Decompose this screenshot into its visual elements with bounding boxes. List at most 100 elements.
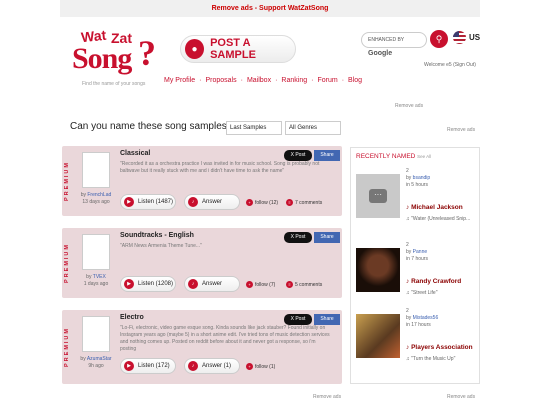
follow-icon: + <box>246 363 253 370</box>
tagline: Find the name of your songs <box>82 81 146 87</box>
namer-link[interactable]: Panne <box>413 249 427 255</box>
answer-icon: ♪ <box>188 361 198 371</box>
listen-button[interactable]: ▶ Listen (172) <box>120 358 176 374</box>
sample-card: PREMIUM by AzumaStar 9h ago Electro "Lo-F… <box>62 310 342 384</box>
page-question: Can you name these song samples? <box>70 121 233 132</box>
remove-ads-link[interactable]: Remove ads <box>447 394 475 400</box>
remove-ads-banner[interactable]: Remove ads - Support WatZatSong <box>60 0 480 17</box>
see-all-link[interactable]: See All <box>417 154 431 159</box>
genre-select[interactable]: All Genres <box>285 121 341 135</box>
sample-card: PREMIUM by FrenchLad 13 days ago Classica… <box>62 146 342 216</box>
named-info: 2 by Mistades56 in 17 hours <box>406 308 439 328</box>
nav-mailbox[interactable]: Mailbox <box>247 77 271 84</box>
play-icon: ▶ <box>124 361 134 371</box>
sample-author: by TVEX 1 days ago <box>83 274 109 287</box>
x-post-button[interactable]: X Post <box>284 314 312 325</box>
follow-link[interactable]: + follow (1) <box>246 363 275 370</box>
follow-icon: + <box>246 281 253 288</box>
post-sample-button[interactable]: ● POST A SAMPLE <box>180 35 296 63</box>
sample-description: "Lo-Fi, electronic, video game esque son… <box>120 325 330 352</box>
answer-icon: ♪ <box>188 279 198 289</box>
post-sample-label: POST A SAMPLE <box>210 37 256 61</box>
x-post-button[interactable]: X Post <box>284 150 312 161</box>
sample-description: "ARM News Armenia Theme Tune..." <box>120 243 202 249</box>
listen-button[interactable]: ▶ Listen (1208) <box>120 276 176 292</box>
namer-link[interactable]: Mistades56 <box>413 315 439 321</box>
named-item[interactable]: ··· 2 by bsandip in 5 hours ♪ Michael Jack… <box>356 168 478 238</box>
artist-name[interactable]: ♪ Randy Crawford <box>406 278 461 285</box>
placeholder-icon: ··· <box>369 189 387 203</box>
sample-genre[interactable]: Soundtracks - English <box>120 232 194 239</box>
named-count: 2 <box>406 242 409 248</box>
follow-link[interactable]: + follow (12) <box>246 199 278 206</box>
named-info: 2 by bsandip in 5 hours <box>406 168 431 188</box>
share-button[interactable]: Share <box>314 150 340 161</box>
named-item[interactable]: 2 by Panne in 7 hours ♪ Randy Crawford ♫ "… <box>356 242 478 312</box>
comments-link[interactable]: ≡ 7 comments <box>286 199 322 206</box>
comments-link[interactable]: ≡ 5 comments <box>286 281 322 288</box>
welcome-text[interactable]: Welcome e5 (Sign Out) <box>424 62 476 68</box>
sample-author: by AzumaStar 9h ago <box>80 356 112 369</box>
sample-thumbnail[interactable] <box>82 316 110 352</box>
premium-ribbon: PREMIUM <box>64 327 71 367</box>
named-count: 2 <box>406 168 409 174</box>
answer-button[interactable]: ♪ Answer <box>184 194 240 210</box>
nav-blog[interactable]: Blog <box>348 77 362 84</box>
namer-link[interactable]: bsandip <box>413 175 431 181</box>
answer-icon: ♪ <box>188 197 198 207</box>
search-icon[interactable]: ⚲ <box>430 30 448 48</box>
sample-genre[interactable]: Electro <box>120 314 144 321</box>
named-info: 2 by Panne in 7 hours <box>406 242 428 262</box>
recently-named-panel: RECENTLY NAMED See All ··· 2 by bsandip in… <box>350 147 480 384</box>
cover-image[interactable] <box>356 248 400 292</box>
answer-button[interactable]: ♪ Answer <box>184 276 240 292</box>
search-input[interactable]: ENHANCED BY Google <box>361 32 427 57</box>
play-icon: ▶ <box>124 197 134 207</box>
song-title[interactable]: ♫ "Street Life" <box>406 290 437 296</box>
cover-image[interactable] <box>356 314 400 358</box>
nav-forum[interactable]: Forum <box>317 77 337 84</box>
cover-image[interactable]: ··· <box>356 174 400 218</box>
answer-button[interactable]: ♪ Answer (1) <box>184 358 240 374</box>
language-selector[interactable]: US <box>469 33 480 42</box>
premium-ribbon: PREMIUM <box>64 243 71 283</box>
sample-genre[interactable]: Classical <box>120 150 150 157</box>
listen-button[interactable]: ▶ Listen (1487) <box>120 194 176 210</box>
follow-link[interactable]: + follow (7) <box>246 281 275 288</box>
sample-author: by FrenchLad 13 days ago <box>80 192 112 205</box>
named-item[interactable]: 2 by Mistades56 in 17 hours ♪ Players Asso… <box>356 308 478 378</box>
named-count: 2 <box>406 308 409 314</box>
sample-description: "Recorded it as a orchestra practice I w… <box>120 161 320 174</box>
search-enhanced-label: ENHANCED BY <box>368 37 405 43</box>
sample-thumbnail[interactable] <box>82 234 110 270</box>
x-post-button[interactable]: X Post <box>284 232 312 243</box>
site-logo[interactable]: Wat Zat Song ? <box>64 27 164 86</box>
nav-proposals[interactable]: Proposals <box>205 77 236 84</box>
microphone-icon: ● <box>185 39 205 59</box>
logo-song: Song <box>72 42 132 75</box>
author-link[interactable]: TVEX <box>93 274 106 280</box>
share-button[interactable]: Share <box>314 232 340 243</box>
author-link[interactable]: FrenchLad <box>87 192 111 198</box>
main-nav: My Profile · Proposals · Mailbox · Ranking ·… <box>164 77 363 84</box>
author-link[interactable]: AzumaStar <box>87 356 112 362</box>
premium-ribbon: PREMIUM <box>64 161 71 201</box>
remove-ads-link[interactable]: Remove ads <box>395 103 423 109</box>
artist-name[interactable]: ♪ Players Association <box>406 344 473 351</box>
sort-select[interactable]: Last Samples <box>226 121 282 135</box>
artist-name[interactable]: ♪ Michael Jackson <box>406 204 463 211</box>
follow-icon: + <box>246 199 253 206</box>
us-flag-icon[interactable] <box>453 31 466 44</box>
remove-ads-link[interactable]: Remove ads <box>313 394 341 400</box>
share-button[interactable]: Share <box>314 314 340 325</box>
remove-ads-link[interactable]: Remove ads <box>447 127 475 133</box>
recently-named-title: RECENTLY NAMED See All <box>356 153 432 160</box>
song-title[interactable]: ♫ "Turn the Music Up" <box>406 356 455 362</box>
sample-thumbnail[interactable] <box>82 152 110 188</box>
nav-my-profile[interactable]: My Profile <box>164 77 195 84</box>
comment-icon: ≡ <box>286 281 293 288</box>
logo-question-mark: ? <box>138 33 156 73</box>
comment-icon: ≡ <box>286 199 293 206</box>
nav-ranking[interactable]: Ranking <box>281 77 307 84</box>
song-title[interactable]: ♫ "Water (Unreleased Snip... <box>406 216 470 222</box>
